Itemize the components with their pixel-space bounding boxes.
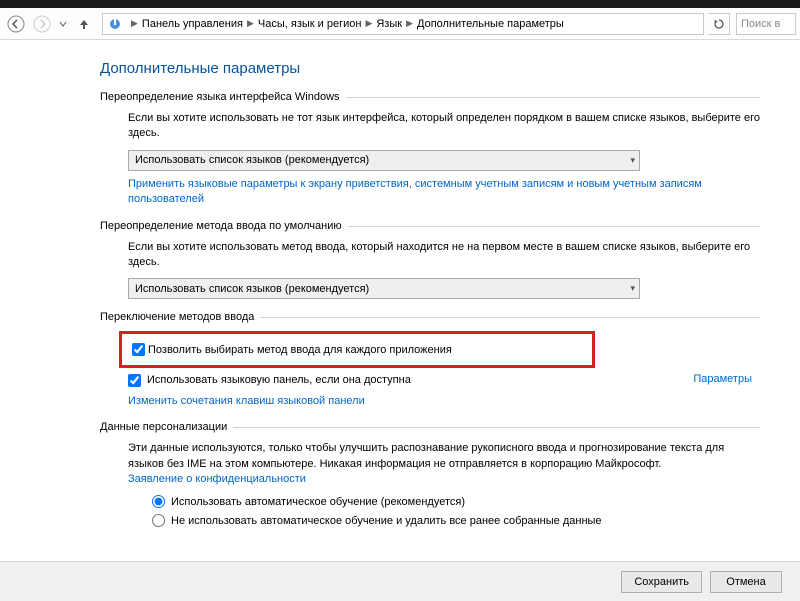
cancel-button[interactable]: Отмена [710,571,782,593]
highlighted-option: Позволить выбирать метод ввода для каждо… [119,331,595,368]
page-title: Дополнительные параметры [100,60,800,77]
dropdown-value: Использовать список языков (рекомендуетс… [135,154,369,166]
breadcrumb-item[interactable]: Дополнительные параметры [417,18,564,30]
window-titlebar [0,0,800,8]
control-panel-icon [107,16,123,32]
chevron-right-icon: ▶ [406,18,413,29]
apply-welcome-link[interactable]: Применить языковые параметры к экрану пр… [128,177,760,208]
section-description: Эти данные используются, только чтобы ул… [128,441,760,487]
nav-toolbar: ▶ Панель управления ▶ Часы, язык и регио… [0,8,800,40]
hotkey-link[interactable]: Изменить сочетания клавиш языковой панел… [128,394,760,409]
back-button[interactable] [4,12,28,36]
radio-label: Не использовать автоматическое обучение … [171,515,602,527]
breadcrumb-item[interactable]: Панель управления [142,18,243,30]
auto-learning-radio[interactable] [152,495,165,508]
no-learning-radio[interactable] [152,514,165,527]
privacy-link[interactable]: Заявление о конфиденциальности [128,472,760,487]
section-title: Данные персонализации [100,421,233,433]
forward-button[interactable] [30,12,54,36]
section-description: Если вы хотите использовать не тот язык … [128,111,760,142]
search-placeholder: Поиск в [741,18,780,30]
breadcrumb-item[interactable]: Часы, язык и регион [258,18,362,30]
chevron-right-icon: ▶ [131,18,138,29]
chevron-right-icon: ▶ [365,18,372,29]
section-personalization: Данные персонализации Эти данные использ… [100,421,800,527]
checkbox-label: Позволить выбирать метод ввода для каждо… [148,344,452,356]
chevron-right-icon: ▶ [247,18,254,29]
ui-language-dropdown[interactable]: Использовать список языков (рекомендуетс… [128,150,640,171]
section-title: Переопределение метода ввода по умолчани… [100,220,348,232]
language-bar-checkbox[interactable] [128,374,141,387]
search-input[interactable]: Поиск в [736,13,796,35]
section-description: Если вы хотите использовать метод ввода,… [128,240,760,271]
section-title: Переключение методов ввода [100,311,260,323]
section-title: Переопределение языка интерфейса Windows [100,91,346,103]
recent-dropdown[interactable] [56,12,70,36]
up-button[interactable] [72,12,96,36]
chevron-down-icon: ▾ [630,155,635,166]
chevron-down-icon: ▾ [630,283,635,294]
checkbox-label: Использовать языковую панель, если она д… [147,374,411,386]
section-ui-language: Переопределение языка интерфейса Windows… [100,91,800,208]
breadcrumb-item[interactable]: Язык [376,18,402,30]
breadcrumb[interactable]: ▶ Панель управления ▶ Часы, язык и регио… [102,13,704,35]
section-input-method: Переопределение метода ввода по умолчани… [100,220,800,300]
section-switching: Переключение методов ввода Позволить выб… [100,311,800,409]
input-method-dropdown[interactable]: Использовать список языков (рекомендуетс… [128,278,640,299]
footer-bar: Сохранить Отмена [0,561,800,601]
radio-label: Использовать автоматическое обучение (ре… [171,496,465,508]
content-area: Дополнительные параметры Переопределение… [0,40,800,527]
dropdown-value: Использовать список языков (рекомендуетс… [135,283,369,295]
save-button[interactable]: Сохранить [621,571,702,593]
refresh-button[interactable] [708,13,730,35]
per-app-input-checkbox[interactable] [132,343,145,356]
language-bar-params-link[interactable]: Параметры [693,372,752,387]
